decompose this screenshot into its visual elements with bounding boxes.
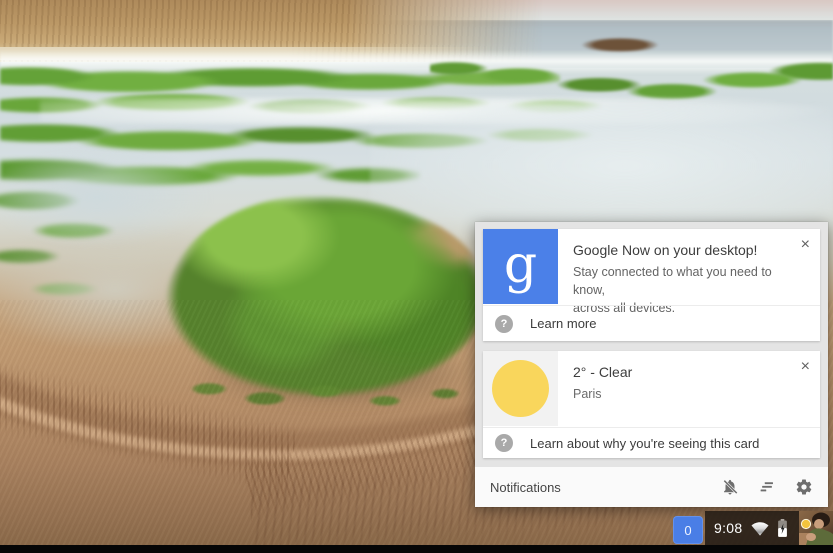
learn-why-link[interactable]: ? Learn about why you're seeing this car… [483, 427, 820, 458]
notification-card-google-now[interactable]: × g Google Now on your desktop! Stay con… [483, 229, 820, 341]
card-main: g Google Now on your desktop! Stay conne… [483, 229, 820, 304]
google-g-glyph: g [504, 239, 537, 291]
help-icon: ? [495, 434, 513, 452]
footer-label: Learn more [530, 316, 596, 331]
card-body-line: Stay connected to what you need to know, [573, 264, 790, 300]
wallpaper-lagoon [370, 105, 833, 240]
learn-more-link[interactable]: ? Learn more [483, 305, 820, 341]
notifications-muted-icon[interactable] [721, 478, 739, 496]
user-avatar[interactable] [799, 511, 833, 545]
close-icon[interactable]: × [799, 235, 812, 255]
clear-all-icon[interactable] [758, 478, 776, 496]
card-main: 2° - Clear Paris [483, 351, 820, 426]
card-location: Paris [573, 387, 632, 401]
notification-center-footer: Notifications [475, 467, 828, 507]
battery-charging-icon [776, 518, 789, 538]
notifications-label: Notifications [490, 480, 561, 495]
desktop: × g Google Now on your desktop! Stay con… [0, 0, 833, 553]
screen-bottom-strip [0, 545, 833, 553]
google-g-icon: g [483, 229, 558, 304]
weather-sun-icon [483, 351, 558, 426]
card-text: 2° - Clear Paris [558, 351, 662, 426]
notification-counter-button[interactable]: 0 [673, 516, 703, 544]
help-icon: ? [495, 315, 513, 333]
card-title: Google Now on your desktop! [573, 242, 790, 258]
settings-gear-icon[interactable] [795, 478, 813, 496]
notification-center: × g Google Now on your desktop! Stay con… [475, 222, 828, 507]
notification-card-weather[interactable]: × 2° - Clear Paris ? Learn about why you… [483, 351, 820, 458]
clock: 9:08 [714, 520, 742, 536]
card-title: 2° - Clear [573, 364, 632, 380]
notification-center-actions [721, 478, 813, 496]
status-tray[interactable]: 9:08 [705, 511, 833, 545]
wifi-icon [750, 520, 770, 537]
sun-circle [492, 360, 549, 417]
close-icon[interactable]: × [799, 357, 812, 377]
card-text: Google Now on your desktop! Stay connect… [558, 229, 820, 304]
footer-label: Learn about why you're seeing this card [530, 436, 759, 451]
